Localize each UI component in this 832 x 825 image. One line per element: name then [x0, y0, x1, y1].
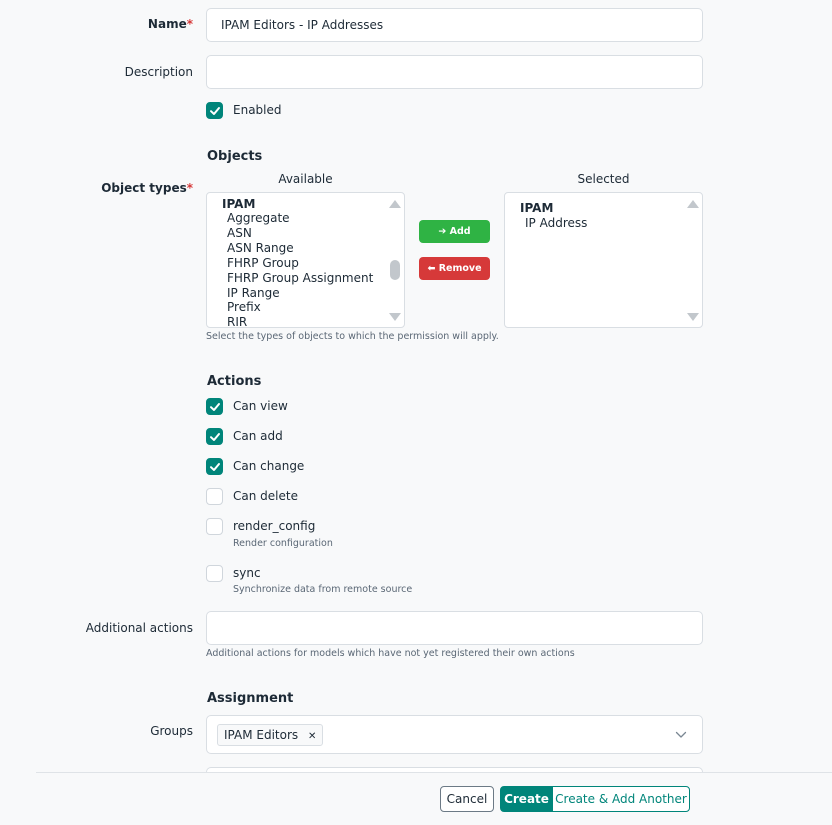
- list-item[interactable]: ASN: [227, 226, 252, 240]
- remove-button[interactable]: ⬅ Remove: [419, 257, 490, 280]
- description-input[interactable]: [206, 55, 703, 89]
- remove-tag-icon[interactable]: ✕: [308, 731, 316, 742]
- check-icon: [210, 107, 220, 115]
- create-add-another-button[interactable]: Create & Add Another: [552, 786, 690, 812]
- groups-label: Groups: [150, 724, 193, 738]
- scroll-down-icon[interactable]: [389, 313, 401, 321]
- render-config-label: render_config: [233, 519, 316, 533]
- scroll-up-icon[interactable]: [389, 200, 401, 208]
- additional-actions-help: Additional actions for models which have…: [206, 648, 575, 659]
- can-delete-label: Can delete: [233, 489, 298, 503]
- render-config-checkbox[interactable]: [206, 518, 223, 535]
- create-button[interactable]: Create: [500, 786, 553, 812]
- object-types-help: Select the types of objects to which the…: [206, 331, 499, 342]
- can-view-label: Can view: [233, 399, 288, 413]
- assignment-heading: Assignment: [207, 691, 294, 706]
- can-change-checkbox[interactable]: [206, 458, 223, 475]
- list-item[interactable]: Prefix: [227, 300, 261, 314]
- name-input[interactable]: IPAM Editors - IP Addresses: [206, 8, 703, 42]
- footer-bar: [0, 772, 832, 825]
- check-icon: [210, 403, 220, 411]
- arrow-right-icon: ➔: [438, 226, 447, 237]
- enabled-checkbox[interactable]: [206, 102, 223, 119]
- available-header: Available: [278, 172, 333, 186]
- can-view-checkbox[interactable]: [206, 398, 223, 415]
- list-item[interactable]: IP Address: [525, 216, 587, 230]
- scrollbar-thumb[interactable]: [390, 260, 400, 280]
- check-icon: [210, 463, 220, 471]
- object-types-label: Object types*: [101, 181, 193, 195]
- name-label: Name*: [147, 17, 193, 31]
- sync-label: sync: [233, 566, 261, 580]
- list-item[interactable]: IP Range: [227, 286, 280, 300]
- footer-divider: [36, 772, 832, 773]
- can-add-checkbox[interactable]: [206, 428, 223, 445]
- render-config-help: Render configuration: [233, 538, 333, 549]
- check-icon: [210, 433, 220, 441]
- sync-checkbox[interactable]: [206, 565, 223, 582]
- list-item[interactable]: ASN Range: [227, 241, 294, 255]
- available-listbox[interactable]: IPAM Aggregate ASN ASN Range FHRP Group …: [206, 192, 405, 328]
- actions-heading: Actions: [207, 374, 262, 389]
- selected-header: Selected: [577, 172, 630, 186]
- selected-group: IPAM: [520, 201, 554, 215]
- list-item[interactable]: RIR: [227, 315, 247, 327]
- sync-help: Synchronize data from remote source: [233, 584, 413, 595]
- can-delete-checkbox[interactable]: [206, 488, 223, 505]
- list-item[interactable]: FHRP Group Assignment: [227, 271, 373, 285]
- objects-heading: Objects: [207, 149, 263, 164]
- add-button[interactable]: ➔ Add: [419, 220, 490, 243]
- group-tag: IPAM Editors ✕: [217, 724, 324, 746]
- additional-actions-label: Additional actions: [85, 621, 193, 635]
- scroll-down-icon[interactable]: [687, 313, 699, 321]
- arrow-left-icon: ⬅: [427, 263, 436, 274]
- list-item[interactable]: FHRP Group: [227, 256, 299, 270]
- list-item[interactable]: Aggregate: [227, 211, 290, 225]
- description-label: Description: [124, 65, 193, 79]
- cancel-button[interactable]: Cancel: [440, 786, 494, 812]
- selected-listbox[interactable]: IPAM IP Address: [504, 192, 703, 328]
- additional-actions-input[interactable]: [206, 611, 703, 645]
- chevron-down-icon[interactable]: [675, 731, 687, 739]
- available-group: IPAM: [222, 197, 256, 211]
- enabled-label: Enabled: [233, 103, 282, 117]
- can-add-label: Can add: [233, 429, 283, 443]
- can-change-label: Can change: [233, 459, 305, 473]
- scroll-up-icon[interactable]: [687, 200, 699, 208]
- groups-select[interactable]: IPAM Editors ✕: [206, 715, 703, 754]
